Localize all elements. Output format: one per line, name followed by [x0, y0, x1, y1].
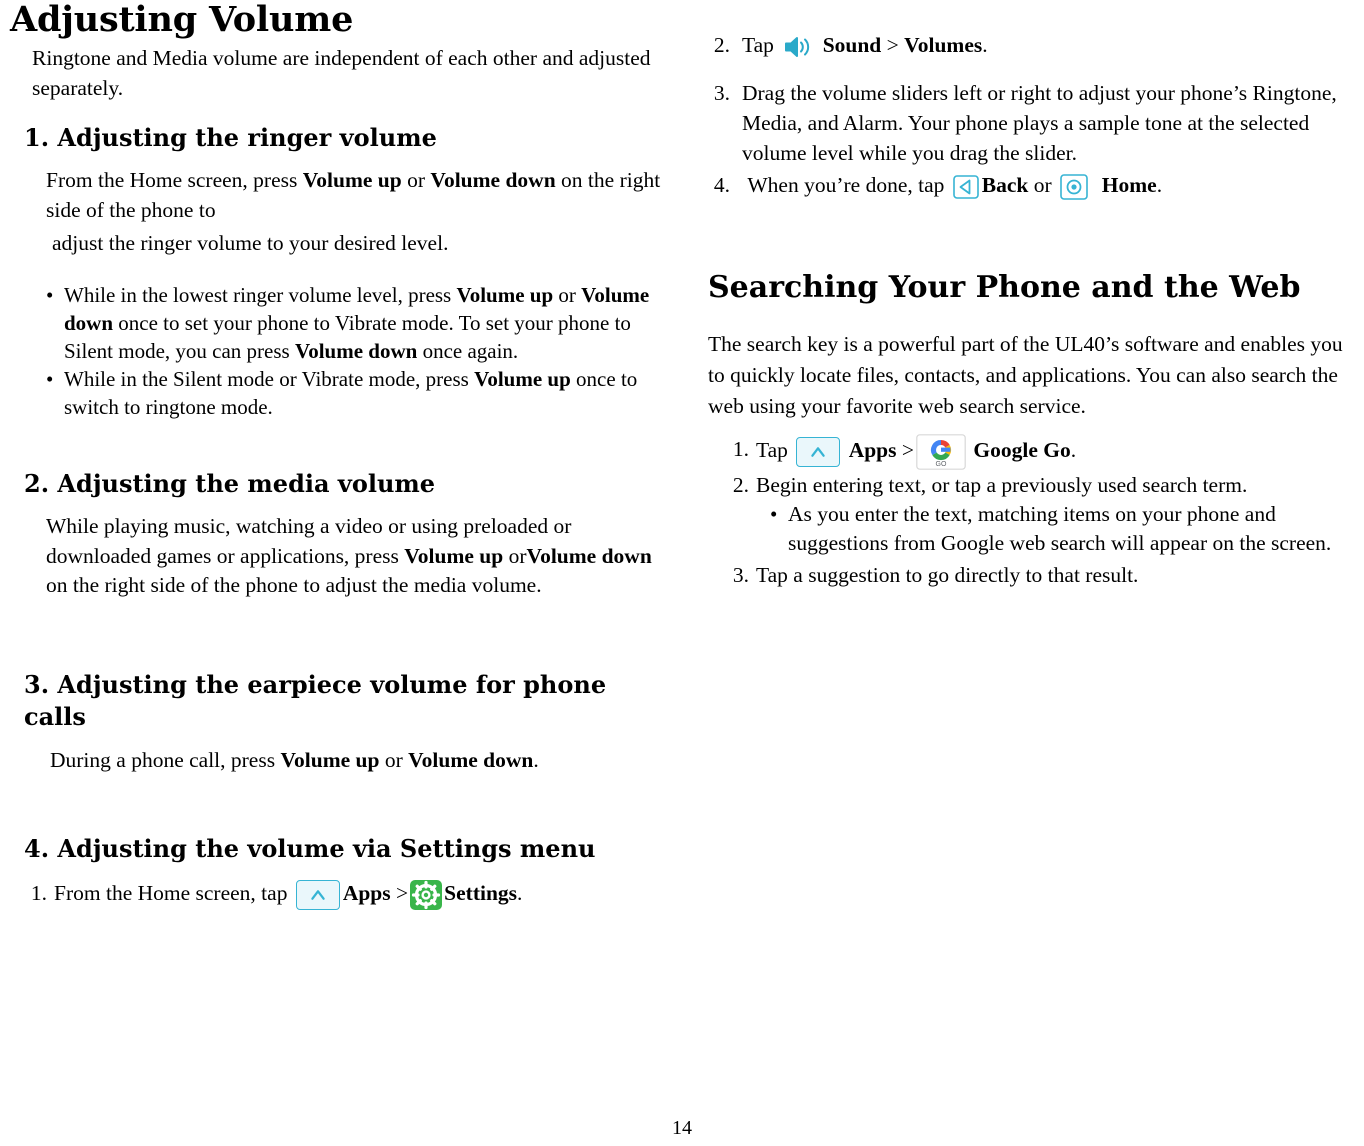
- s3-bold-2: Volume down: [408, 747, 534, 772]
- step-number: 2.: [732, 473, 749, 498]
- settings-label: Settings: [444, 880, 518, 905]
- right-column: 2. Tap Sound > Volumes. 3. Drag the volu…: [690, 0, 1364, 910]
- section-2-heading: 2. Adjusting the media volume: [24, 468, 436, 498]
- back-icon[interactable]: [952, 175, 979, 200]
- s4-sep: >: [390, 880, 409, 905]
- step-number: 3.: [713, 81, 730, 106]
- apps-label: Apps: [848, 438, 897, 463]
- section-4-step-1: 1. From the Home screen, tap Apps > Setti…: [10, 878, 676, 910]
- bullet-marker: •: [46, 282, 54, 307]
- search-s1-text: Tap: [756, 438, 794, 463]
- step2-text-3: .: [982, 33, 988, 57]
- sound-label: Sound: [822, 33, 882, 57]
- search-s1-period: .: [1070, 438, 1077, 463]
- b1-text-1: While in the lowest ringer volume level,…: [64, 282, 457, 307]
- section-4-heading: 4. Adjusting the volume via Settings men…: [24, 834, 596, 864]
- google-go-label: Google Go: [973, 438, 1071, 463]
- s1-bold-volume-up: Volume up: [302, 167, 402, 192]
- s3-text-2: or: [379, 747, 409, 772]
- apps-label: Apps: [342, 880, 391, 905]
- s3-bold-1: Volume up: [280, 747, 380, 772]
- section-3-body: During a phone call, press Volume up or …: [10, 746, 676, 776]
- b2-bold-1: Volume up: [474, 367, 571, 392]
- s1-text-2: or: [401, 167, 431, 192]
- bullet-marker: •: [770, 502, 778, 527]
- settings-icon[interactable]: [409, 879, 443, 910]
- two-column-layout: Adjusting Volume Ringtone and Media volu…: [0, 0, 1364, 910]
- svg-text:GO: GO: [936, 461, 947, 468]
- b1-text-2: or: [553, 282, 582, 307]
- b2-text-1: While in the Silent mode or Vibrate mode…: [64, 367, 475, 392]
- step4-text-3: .: [1156, 173, 1163, 198]
- section-1-body: From the Home screen, press Volume up or…: [10, 166, 676, 225]
- s2-text-2: or: [503, 543, 527, 568]
- step-number: 3.: [732, 563, 749, 588]
- bullet-marker: •: [46, 367, 54, 392]
- b1-bold-1: Volume up: [456, 282, 554, 307]
- step-2-row: 2. Tap Sound > Volumes.: [708, 30, 1350, 60]
- left-column: Adjusting Volume Ringtone and Media volu…: [0, 0, 690, 910]
- s2-bold-2: Volume down: [526, 543, 652, 568]
- step-3-row: 3. Drag the volume sliders left or right…: [708, 78, 1350, 168]
- home-label: Home: [1101, 173, 1157, 198]
- search-bullet-text: As you enter the text, matching items on…: [788, 502, 1332, 556]
- search-step-1: 1. Tap Apps > GO Google Go.: [708, 434, 1350, 471]
- step4-text-2: or: [1028, 173, 1058, 198]
- page-number: 14: [672, 1117, 692, 1139]
- step-number: 4.: [713, 173, 730, 198]
- section-3-heading: 3. Adjusting the earpiece volume for pho…: [24, 669, 607, 732]
- home-icon[interactable]: [1060, 174, 1088, 201]
- google-go-icon[interactable]: GO: [916, 434, 966, 471]
- apps-icon[interactable]: [796, 437, 841, 468]
- page-title: Adjusting Volume: [10, 0, 354, 40]
- search-step-2-bullet: • As you enter the text, matching items …: [708, 500, 1350, 558]
- s4-text-1: From the Home screen, tap: [54, 880, 293, 905]
- search-section-body: The search key is a powerful part of the…: [708, 332, 1343, 419]
- back-label: Back: [981, 173, 1029, 198]
- step-3-text: Drag the volume sliders left or right to…: [742, 81, 1337, 166]
- s1-text-1: From the Home screen, press: [46, 167, 303, 192]
- step-4-row: 4. When you’re done, tap Back or Home.: [708, 170, 1350, 201]
- section-1-body-cont: adjust the ringer volume to your desired…: [52, 231, 449, 256]
- search-step-2: 2. Begin entering text, or tap a previou…: [708, 470, 1350, 500]
- step2-text-1: Tap: [742, 33, 780, 57]
- b1-text-4: once again.: [417, 339, 519, 364]
- intro-paragraph: Ringtone and Media volume are independen…: [32, 46, 651, 100]
- section-1-heading: 1. Adjusting the ringer volume: [24, 122, 437, 152]
- step4-text-1: When you’re done, tap: [747, 173, 950, 198]
- section-1-bullet-2: • While in the Silent mode or Vibrate mo…: [10, 365, 676, 421]
- section-2-body: While playing music, watching a video or…: [10, 512, 676, 601]
- s4-period: .: [517, 880, 523, 905]
- search-s1-sep: >: [896, 438, 915, 463]
- s3-text-1: During a phone call, press: [50, 747, 281, 772]
- s2-bold-1: Volume up: [404, 543, 504, 568]
- step-number: 1.: [30, 880, 47, 905]
- step-number: 2.: [713, 33, 730, 57]
- section-1-bullet-1: • While in the lowest ringer volume leve…: [10, 281, 676, 365]
- search-step-3: 3. Tap a suggestion to go directly to th…: [708, 560, 1350, 590]
- s2-text-3: on the right side of the phone to adjust…: [46, 573, 542, 598]
- s1-bold-volume-down: Volume down: [430, 167, 556, 192]
- b1-bold-3: Volume down: [294, 339, 418, 364]
- s3-text-3: .: [533, 747, 539, 772]
- step2-text-2: >: [881, 33, 905, 57]
- apps-icon[interactable]: [295, 879, 340, 910]
- document-page: Adjusting Volume Ringtone and Media volu…: [0, 0, 1364, 1146]
- step-number: 1.: [732, 437, 749, 462]
- search-section-heading: Searching Your Phone and the Web: [708, 270, 1301, 306]
- volumes-label: Volumes: [904, 33, 983, 57]
- search-s2-text: Begin entering text, or tap a previously…: [756, 473, 1248, 498]
- sound-icon[interactable]: [783, 34, 813, 60]
- search-s3-text: Tap a suggestion to go directly to that …: [756, 563, 1139, 588]
